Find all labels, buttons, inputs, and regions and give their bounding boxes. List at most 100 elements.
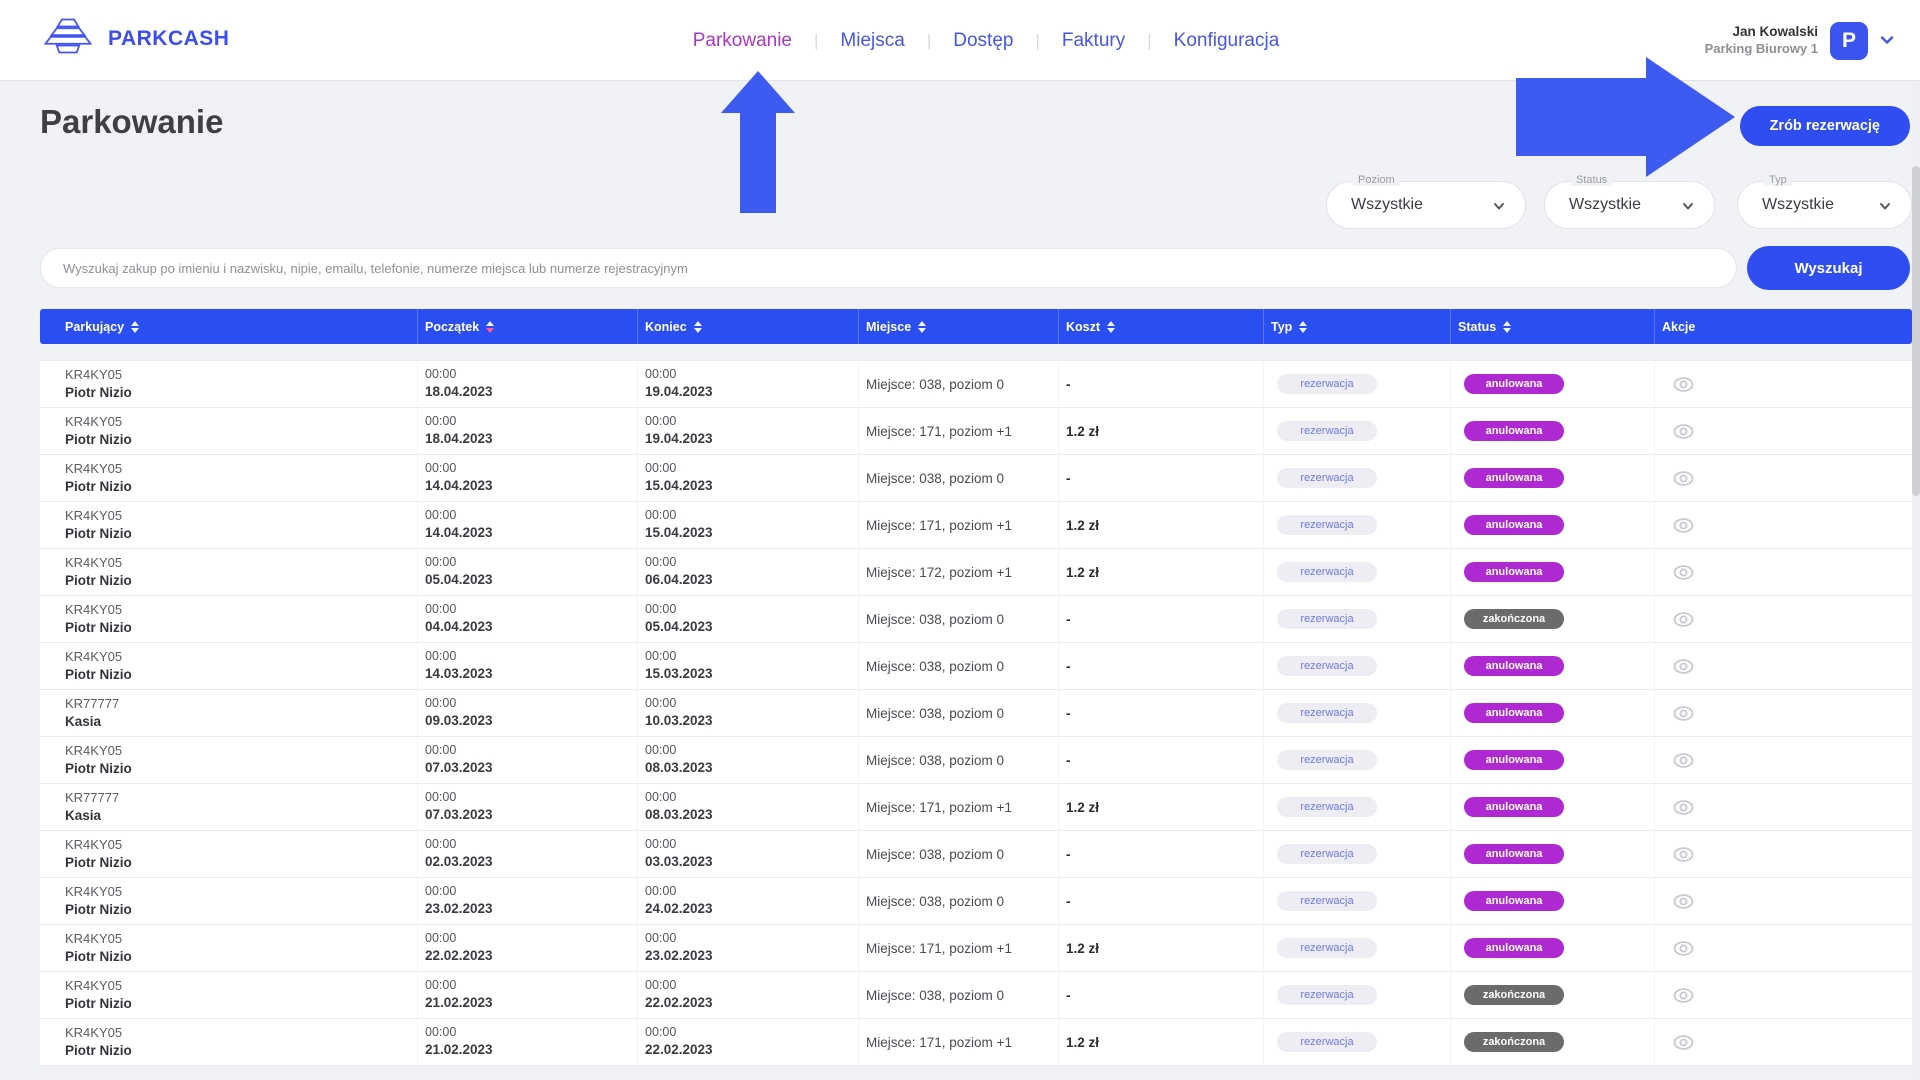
end-time: 00:00 — [645, 1024, 858, 1041]
nav-item-parkowanie[interactable]: Parkowanie — [689, 30, 796, 52]
column-label: Miejsce — [866, 320, 911, 334]
cell-poczatek: 00:00 02.03.2023 — [417, 831, 637, 877]
filter-select-typ[interactable]: Typ Wszystkie — [1737, 181, 1912, 229]
column-header[interactable]: Typ — [1263, 309, 1450, 344]
view-details-eye-icon[interactable] — [1672, 373, 1912, 396]
page-scrollbar[interactable] — [1912, 81, 1920, 1080]
end-date: 19.04.2023 — [645, 383, 858, 401]
status-badge: zakończona — [1464, 609, 1564, 629]
end-time: 00:00 — [645, 460, 858, 477]
chevron-down-icon — [1682, 199, 1694, 211]
sort-icon[interactable] — [1299, 321, 1307, 333]
view-details-eye-icon[interactable] — [1672, 561, 1912, 584]
place-label: Miejsce: 171, poziom +1 — [866, 1035, 1058, 1050]
view-details-eye-icon[interactable] — [1672, 749, 1912, 772]
column-label: Status — [1458, 320, 1496, 334]
cell-typ: rezerwacja — [1263, 455, 1450, 501]
cell-akcje — [1654, 1019, 1912, 1065]
cost-value: 1.2 zł — [1066, 800, 1263, 815]
brand-logo[interactable]: PARKCASH — [42, 14, 229, 63]
table-row: KR4KY05 Piotr Nizio 00:00 05.04.2023 00:… — [40, 549, 1912, 596]
annotation-right-arrow-head — [1646, 57, 1735, 177]
sort-icon[interactable] — [131, 321, 139, 333]
place-label: Miejsce: 038, poziom 0 — [866, 659, 1058, 674]
start-time: 00:00 — [425, 930, 637, 947]
column-header[interactable]: Miejsce — [858, 309, 1058, 344]
sort-icon[interactable] — [1503, 321, 1511, 333]
view-details-eye-icon[interactable] — [1672, 467, 1912, 490]
table-row: KR77777 Kasia 00:00 09.03.2023 00:00 10.… — [40, 690, 1912, 737]
start-date: 22.02.2023 — [425, 947, 637, 965]
view-details-eye-icon[interactable] — [1672, 420, 1912, 443]
end-time: 00:00 — [645, 695, 858, 712]
view-details-eye-icon[interactable] — [1672, 937, 1912, 960]
sort-icon[interactable] — [694, 321, 702, 333]
driver-name: Piotr Nizio — [65, 478, 417, 496]
view-details-eye-icon[interactable] — [1672, 796, 1912, 819]
chevron-down-icon[interactable] — [1880, 33, 1894, 48]
status-badge: anulowana — [1464, 562, 1564, 582]
view-details-eye-icon[interactable] — [1672, 984, 1912, 1007]
filter-select-status[interactable]: Status Wszystkie — [1544, 181, 1715, 229]
search-button[interactable]: Wyszukaj — [1747, 246, 1910, 290]
status-badge: anulowana — [1464, 515, 1564, 535]
view-details-eye-icon[interactable] — [1672, 890, 1912, 913]
column-header[interactable]: Koniec — [637, 309, 858, 344]
nav-item-konfiguracja[interactable]: Konfiguracja — [1170, 30, 1284, 52]
plate-number: KR4KY05 — [65, 977, 417, 995]
driver-name: Kasia — [65, 807, 417, 825]
start-date: 18.04.2023 — [425, 383, 637, 401]
status-badge: anulowana — [1464, 421, 1564, 441]
column-header[interactable]: Początek — [417, 309, 637, 344]
page-title: Parkowanie — [40, 103, 223, 141]
cost-value: 1.2 zł — [1066, 518, 1263, 533]
cell-miejsce: Miejsce: 038, poziom 0 — [858, 643, 1058, 689]
view-details-eye-icon[interactable] — [1672, 655, 1912, 678]
cell-miejsce: Miejsce: 171, poziom +1 — [858, 408, 1058, 454]
nav-item-dostep[interactable]: Dostęp — [949, 30, 1017, 52]
nav-item-faktury[interactable]: Faktury — [1058, 30, 1129, 52]
cell-poczatek: 00:00 14.04.2023 — [417, 502, 637, 548]
cell-koszt: - — [1058, 972, 1263, 1018]
cell-status: anulowana — [1450, 878, 1654, 924]
cell-status: zakończona — [1450, 972, 1654, 1018]
nav-item-miejsca[interactable]: Miejsca — [836, 30, 908, 52]
plate-number: KR4KY05 — [65, 460, 417, 478]
cell-parkujacy: KR4KY05 Piotr Nizio — [40, 831, 417, 877]
column-header[interactable]: Parkujący — [40, 309, 417, 344]
table-row: KR4KY05 Piotr Nizio 00:00 14.04.2023 00:… — [40, 455, 1912, 502]
view-details-eye-icon[interactable] — [1672, 843, 1912, 866]
filter-label: Typ — [1764, 174, 1792, 186]
plate-number: KR77777 — [65, 789, 417, 807]
filter-select-poziom[interactable]: Poziom Wszystkie — [1326, 181, 1526, 229]
filter-value: Wszystkie — [1762, 196, 1834, 214]
view-details-eye-icon[interactable] — [1672, 608, 1912, 631]
type-badge: rezerwacja — [1277, 703, 1377, 723]
search-input[interactable] — [40, 248, 1737, 288]
column-header[interactable]: Status — [1450, 309, 1654, 344]
driver-name: Piotr Nizio — [65, 1042, 417, 1060]
column-header[interactable]: Koszt — [1058, 309, 1263, 344]
cell-status: anulowana — [1450, 549, 1654, 595]
start-date: 21.02.2023 — [425, 1041, 637, 1059]
status-badge: anulowana — [1464, 374, 1564, 394]
cell-status: anulowana — [1450, 784, 1654, 830]
sort-icon[interactable] — [1107, 321, 1115, 333]
table-row: KR4KY05 Piotr Nizio 00:00 21.02.2023 00:… — [40, 1019, 1912, 1066]
make-reservation-button[interactable]: Zrób rezerwację — [1740, 106, 1910, 146]
table-row: KR4KY05 Piotr Nizio 00:00 18.04.2023 00:… — [40, 361, 1912, 408]
avatar[interactable]: P — [1830, 22, 1868, 60]
start-time: 00:00 — [425, 977, 637, 994]
table-row: KR4KY05 Piotr Nizio 00:00 21.02.2023 00:… — [40, 972, 1912, 1019]
view-details-eye-icon[interactable] — [1672, 514, 1912, 537]
scrollbar-thumb[interactable] — [1912, 166, 1920, 496]
sort-icon[interactable] — [486, 321, 494, 333]
cell-parkujacy: KR4KY05 Piotr Nizio — [40, 972, 417, 1018]
cell-miejsce: Miejsce: 038, poziom 0 — [858, 596, 1058, 642]
view-details-eye-icon[interactable] — [1672, 702, 1912, 725]
cell-status: zakończona — [1450, 1019, 1654, 1065]
type-badge: rezerwacja — [1277, 515, 1377, 535]
sort-icon[interactable] — [918, 321, 926, 333]
view-details-eye-icon[interactable] — [1672, 1031, 1912, 1054]
cell-parkujacy: KR4KY05 Piotr Nizio — [40, 408, 417, 454]
